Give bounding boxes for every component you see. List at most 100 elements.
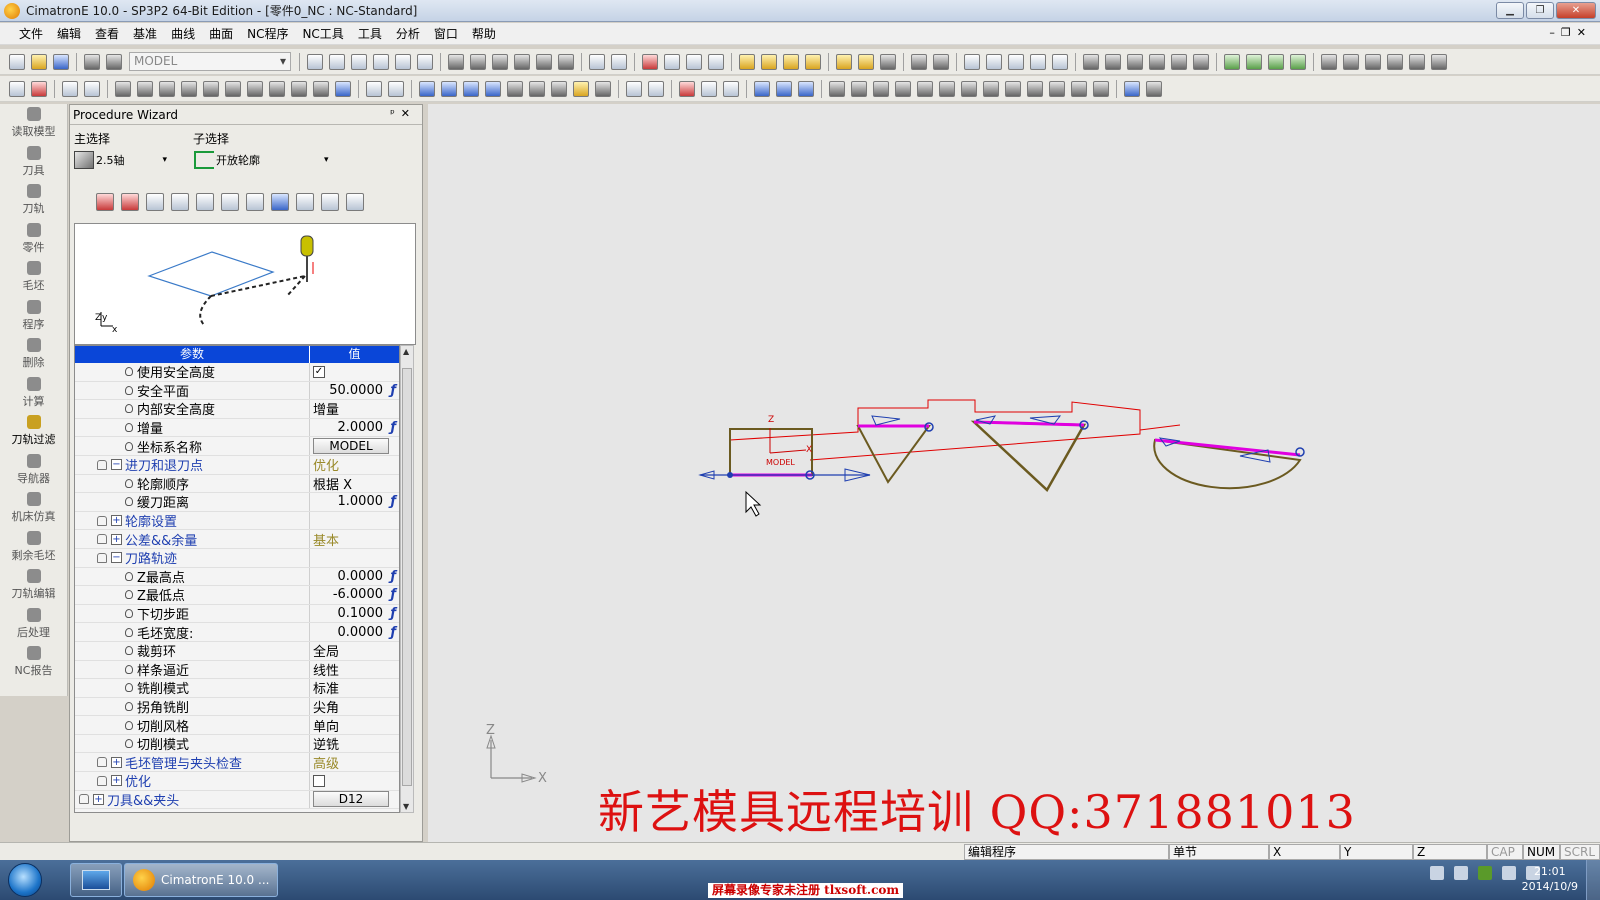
tool-holder-button[interactable]: D12	[313, 791, 389, 808]
eraser-icon[interactable]	[96, 193, 114, 211]
surface-f-icon[interactable]	[1431, 53, 1447, 70]
table-row[interactable]: 毛坯宽度: 0.0000 ƒ	[75, 623, 399, 642]
wireframe-icon[interactable]	[664, 53, 680, 70]
edit-k-icon[interactable]	[335, 80, 351, 97]
surface-e-icon[interactable]	[1409, 53, 1425, 70]
sidebar-item-procedure[interactable]: 程序	[0, 297, 67, 336]
transform-icon[interactable]	[366, 80, 382, 97]
view-left-icon[interactable]	[536, 53, 552, 70]
sidebar-item-stock[interactable]: 毛坯	[0, 258, 67, 297]
table-row-group[interactable]: + 毛坯管理与夹头检查 高级	[75, 753, 399, 773]
taskbar-item-desktop[interactable]	[70, 863, 122, 897]
menu-tools[interactable]: 工具	[351, 23, 389, 44]
geometry-icon[interactable]	[146, 193, 164, 211]
formula-icon[interactable]: ƒ	[390, 569, 396, 584]
curve-offset-icon[interactable]	[1268, 53, 1284, 70]
table-row[interactable]: 下切步距 0.1000 ƒ	[75, 604, 399, 624]
save-icon[interactable]	[53, 53, 69, 70]
project-icon[interactable]	[723, 80, 739, 97]
start-button[interactable]	[8, 863, 42, 897]
edit-g-icon[interactable]	[247, 80, 263, 97]
sketch-icon[interactable]	[626, 80, 642, 97]
box-icon[interactable]	[573, 80, 589, 97]
sidebar-item-delete[interactable]: 删除	[0, 335, 67, 374]
collapse-icon[interactable]: −	[111, 552, 122, 564]
cloud-icon[interactable]	[106, 53, 122, 70]
menu-edit[interactable]: 编辑	[50, 23, 88, 44]
edit-i-icon[interactable]	[291, 80, 307, 97]
menu-curve[interactable]: 曲线	[164, 23, 202, 44]
parameter-grid-scrollbar[interactable]: ▲ ▼	[400, 345, 414, 813]
query-icon[interactable]	[485, 80, 501, 97]
layer-icon[interactable]	[611, 53, 627, 70]
formula-icon[interactable]: ƒ	[390, 606, 396, 621]
ucs-origin-icon[interactable]	[776, 80, 792, 97]
table-icon[interactable]	[419, 80, 435, 97]
zoom-icon[interactable]	[351, 53, 367, 70]
minimize-button[interactable]: ▁	[1496, 2, 1524, 19]
fit-icon[interactable]	[417, 53, 433, 70]
surface-d-icon[interactable]	[1387, 53, 1403, 70]
expand-icon[interactable]: +	[111, 533, 122, 545]
report-icon[interactable]	[441, 80, 457, 97]
filter-d-icon[interactable]	[805, 53, 821, 70]
edit-c-icon[interactable]	[159, 80, 175, 97]
snap-k-icon[interactable]	[1049, 80, 1065, 97]
view-back-icon[interactable]	[558, 53, 574, 70]
list-icon[interactable]	[463, 80, 479, 97]
surface-b-icon[interactable]	[1343, 53, 1359, 70]
taskbar-item-cimatron[interactable]: CimatronE 10.0 ...	[124, 863, 278, 897]
snap-g-icon[interactable]	[961, 80, 977, 97]
view-iso-icon[interactable]	[448, 53, 464, 70]
link-icon[interactable]	[551, 80, 567, 97]
snap-m-icon[interactable]	[1093, 80, 1109, 97]
table-row-group[interactable]: − 进刀和退刀点 优化	[75, 455, 399, 475]
formula-icon[interactable]: ƒ	[390, 420, 396, 435]
sidebar-item-toolpath-edit[interactable]: 刀轨编辑	[0, 566, 67, 605]
sidebar-item-post-process[interactable]: 后处理	[0, 605, 67, 644]
nvidia-icon[interactable]	[1478, 866, 1492, 880]
menu-view[interactable]: 查看	[88, 23, 126, 44]
collapse-icon[interactable]: −	[111, 459, 122, 471]
sidebar-item-toolpath-filter[interactable]: 刀轨过滤	[0, 412, 67, 451]
sidebar-item-load-model[interactable]: 读取模型	[0, 104, 67, 143]
measure-icon[interactable]	[964, 53, 980, 70]
edit-j-icon[interactable]	[313, 80, 329, 97]
close-wizard-icon[interactable]	[346, 193, 364, 211]
scroll-thumb[interactable]	[402, 368, 412, 786]
sidebar-item-navigator[interactable]: 导航器	[0, 451, 67, 490]
preview-icon[interactable]	[196, 193, 214, 211]
snap-d-icon[interactable]	[895, 80, 911, 97]
table-row-group[interactable]: + 公差&&余量 基本	[75, 530, 399, 549]
graphics-viewport[interactable]: MODEL Z X Z X 新艺模具远程培训 QQ:371881013	[428, 104, 1600, 842]
shaded-icon[interactable]	[642, 53, 658, 70]
edit-e-icon[interactable]	[203, 80, 219, 97]
main-selection-dropdown[interactable]: 2.5轴 ▾	[74, 149, 190, 171]
rotate-icon[interactable]	[395, 53, 411, 70]
helix-icon[interactable]	[1193, 53, 1209, 70]
menu-help[interactable]: 帮助	[465, 23, 503, 44]
sidebar-item-remaining-stock[interactable]: 剩余毛坯	[0, 528, 67, 567]
view-right-icon[interactable]	[514, 53, 530, 70]
surface-c-icon[interactable]	[1365, 53, 1381, 70]
table-row[interactable]: 裁剪环 全局	[75, 641, 399, 661]
formula-icon[interactable]: ƒ	[390, 494, 396, 509]
anchor-icon[interactable]	[1124, 80, 1140, 97]
sidebar-item-toolpath[interactable]: 刀轨	[0, 181, 67, 220]
light-bulb-icon[interactable]	[836, 53, 852, 70]
show-desktop-button[interactable]	[1586, 860, 1600, 900]
show-icon[interactable]	[858, 53, 874, 70]
sidebar-item-part[interactable]: 零件	[0, 220, 67, 259]
filter-c-icon[interactable]	[783, 53, 799, 70]
table-row[interactable]: 轮廓顺序 根据 X	[75, 474, 399, 494]
system-clock[interactable]: 21:01 2014/10/9	[1522, 864, 1578, 894]
parameters-icon[interactable]	[171, 193, 189, 211]
optimize-checkbox[interactable]	[313, 774, 325, 787]
display-icon[interactable]	[1502, 866, 1516, 880]
ucs-name-button[interactable]: MODEL	[313, 438, 389, 455]
arc-icon[interactable]	[1127, 53, 1143, 70]
delete-icon[interactable]	[31, 80, 47, 97]
sphere-icon[interactable]	[507, 80, 523, 97]
snap-l-icon[interactable]	[1071, 80, 1087, 97]
sidebar-item-execute[interactable]: 计算	[0, 374, 67, 413]
